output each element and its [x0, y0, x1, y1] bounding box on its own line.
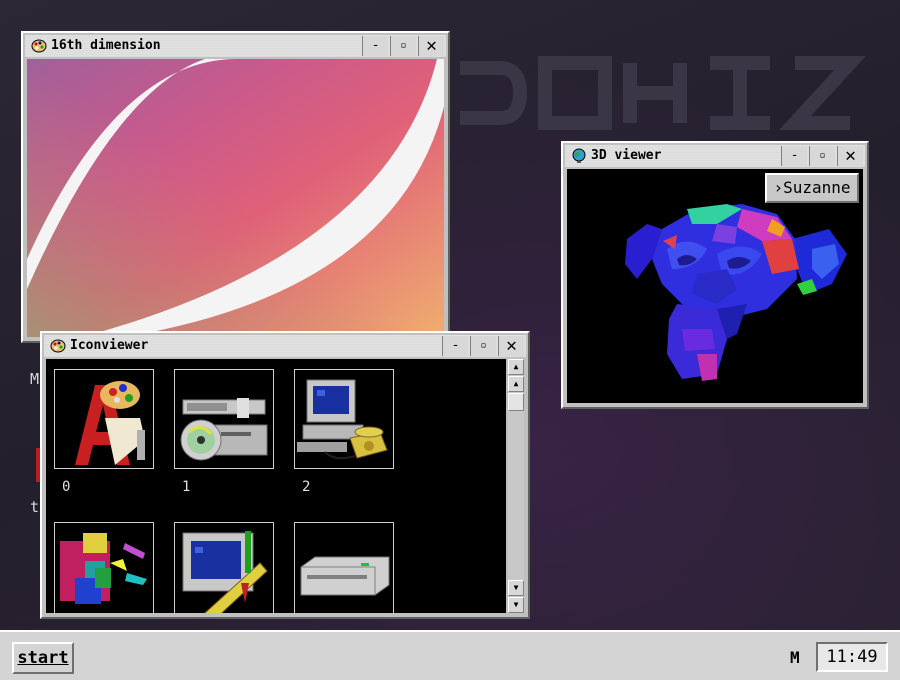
minimize-button[interactable]: - [362, 36, 388, 56]
window-title: Iconviewer [70, 338, 149, 353]
icon-tile-shapes[interactable] [54, 522, 154, 613]
shapes-icon [60, 533, 147, 604]
icon-label: 1 [182, 479, 191, 495]
scroll-up-button[interactable]: ▲ [508, 359, 524, 375]
disk-drive-icon [300, 556, 390, 596]
minimize-button[interactable]: - [781, 146, 807, 166]
computer-phone-icon [297, 379, 388, 460]
maximize-button[interactable]: ▫ [470, 336, 496, 356]
paint-program-icon [75, 381, 145, 465]
titlebar[interactable]: 3D viewer - ▫ ✕ [565, 145, 865, 167]
icon-tile-paint-program[interactable] [54, 369, 154, 469]
clock[interactable]: 11:49 [816, 642, 888, 672]
desktop-stub-letter: M [30, 370, 40, 388]
maximize-button[interactable]: ▫ [390, 36, 416, 56]
icon-label: 0 [62, 479, 71, 495]
close-button[interactable]: ✕ [498, 336, 524, 356]
scroll-down-button-2[interactable]: ▼ [508, 580, 524, 596]
scroll-up-button-2[interactable]: ▲ [508, 376, 524, 392]
model-select-button[interactable]: ›Suzanne [765, 173, 859, 203]
taskbar: start M 11:49 [0, 630, 900, 680]
tray-indicator[interactable]: M [790, 648, 800, 667]
window-iconviewer[interactable]: Iconviewer - ▫ ✕ 0 1 2 ▲ ▲ ▼ ▼ [40, 331, 530, 619]
suzanne-model [625, 204, 847, 381]
icon-tile-computer-ruler[interactable] [174, 522, 274, 613]
minimize-button[interactable]: - [442, 336, 468, 356]
scroll-thumb[interactable] [508, 393, 524, 411]
dimension-canvas[interactable] [27, 59, 444, 337]
viewport-3d[interactable]: ›Suzanne [567, 169, 863, 403]
icon-grid[interactable]: 0 1 2 [46, 359, 506, 613]
desktop-stub-letter-2: t [30, 498, 40, 516]
icon-tile-computer-phone[interactable] [294, 369, 394, 469]
palette-icon [50, 338, 66, 354]
palette-icon [31, 38, 47, 54]
computer-ruler-icon [182, 531, 268, 613]
icon-tile-disk-drive[interactable] [294, 522, 394, 613]
window-title: 16th dimension [51, 38, 161, 53]
start-button[interactable]: start [12, 642, 74, 674]
vertical-scrollbar[interactable]: ▲ ▲ ▼ ▼ [508, 359, 524, 613]
scroll-down-button[interactable]: ▼ [508, 597, 524, 613]
cd-drive-icon [180, 398, 268, 461]
titlebar[interactable]: 16th dimension - ▫ ✕ [25, 35, 446, 57]
maximize-button[interactable]: ▫ [809, 146, 835, 166]
window-16th-dimension[interactable]: 16th dimension - ▫ ✕ [21, 31, 450, 343]
close-button[interactable]: ✕ [837, 146, 863, 166]
window-3d-viewer[interactable]: 3D viewer - ▫ ✕ ›Suzanne [561, 141, 869, 409]
window-title: 3D viewer [591, 148, 662, 163]
close-button[interactable]: ✕ [418, 36, 444, 56]
globe-icon [571, 148, 587, 164]
icon-tile-cd-drive[interactable] [174, 369, 274, 469]
titlebar[interactable]: Iconviewer - ▫ ✕ [44, 335, 526, 357]
icon-label: 2 [302, 479, 311, 495]
